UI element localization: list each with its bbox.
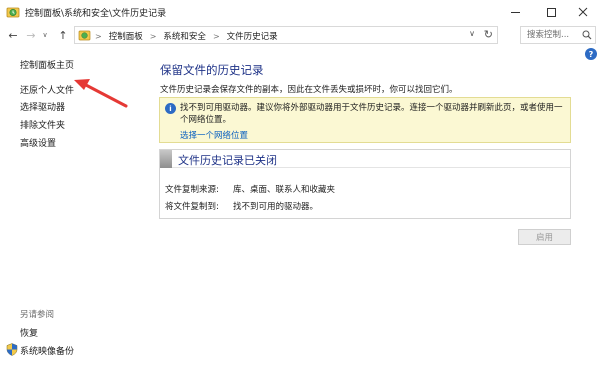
up-button[interactable]: ↑ — [56, 27, 70, 43]
warning-banner: i 找不到可用驱动器。建议你将外部驱动器用于文件历史记录。连接一个驱动器并刷新此… — [159, 97, 571, 143]
recent-locations-button[interactable]: ∨ — [40, 27, 50, 43]
breadcrumb-system-security[interactable]: 系统和安全 — [163, 30, 206, 42]
navigation-bar: ← → ∨ ↑ > 控制面板 > 系统和安全 > 文件历史记录 ∨ ↻ — [0, 24, 600, 46]
search-icon — [582, 30, 592, 40]
enable-button[interactable]: 启用 — [518, 229, 571, 245]
back-button[interactable]: ← — [6, 27, 20, 43]
control-panel-icon — [78, 30, 91, 41]
sidebar-item-restore-personal-files[interactable]: 还原个人文件 — [20, 83, 74, 96]
minimize-button[interactable] — [498, 0, 532, 24]
copy-from-label: 文件复制来源: — [165, 185, 219, 195]
breadcrumb-separator: > — [149, 31, 157, 41]
close-icon — [578, 7, 588, 17]
file-history-status-panel: 文件历史记录已关闭 文件复制来源: 库、桌面、联系人和收藏夹 将文件复制到: 找… — [159, 149, 571, 219]
warning-text: 找不到可用驱动器。建议你将外部驱动器用于文件历史记录。连接一个驱动器并刷新此页，… — [180, 103, 563, 125]
breadcrumb-separator: > — [95, 31, 102, 41]
status-title: 文件历史记录已关闭 — [178, 154, 277, 167]
maximize-button[interactable] — [534, 0, 568, 24]
arrow-up-icon: ↑ — [58, 28, 68, 42]
arrow-left-icon: ← — [8, 28, 18, 42]
title-bar: 控制面板\系统和安全\文件历史记录 — [0, 0, 600, 24]
see-also-heading: 另请参阅 — [20, 310, 55, 320]
breadcrumb-file-history[interactable]: 文件历史记录 — [227, 30, 278, 42]
annotation-arrow-icon — [74, 79, 128, 108]
breadcrumb-control-panel[interactable]: 控制面板 — [109, 30, 143, 42]
shield-icon — [6, 343, 18, 356]
copy-to-value: 找不到可用的驱动器。 — [233, 202, 319, 212]
page-title: 保留文件的历史记录 — [160, 63, 264, 77]
chevron-down-icon: ∨ — [42, 31, 48, 39]
address-bar[interactable]: > 控制面板 > 系统和安全 > 文件历史记录 ∨ ↻ — [74, 26, 498, 44]
sidebar-item-control-panel-home[interactable]: 控制面板主页 — [20, 58, 74, 71]
refresh-icon[interactable]: ↻ — [484, 28, 493, 41]
sidebar-item-select-drive[interactable]: 选择驱动器 — [20, 100, 65, 113]
copy-from-value: 库、桌面、联系人和收藏夹 — [233, 185, 336, 195]
select-network-location-link[interactable]: 选择一个网络位置 — [180, 129, 248, 141]
search-box[interactable] — [520, 26, 596, 44]
see-also-system-image-backup[interactable]: 系统映像备份 — [20, 344, 74, 357]
window-title: 控制面板\系统和安全\文件历史记录 — [25, 9, 167, 19]
copy-to-row: 将文件复制到: 找不到可用的驱动器。 — [165, 200, 318, 212]
breadcrumb-separator: > — [212, 31, 220, 41]
see-also-recovery[interactable]: 恢复 — [20, 326, 38, 339]
file-history-icon — [6, 7, 20, 18]
copy-to-label: 将文件复制到: — [165, 202, 219, 212]
breadcrumb: > 控制面板 > 系统和安全 > 文件历史记录 — [95, 30, 278, 43]
page-description: 文件历史记录会保存文件的副本，因此在文件丢失或损坏时，你可以找回它们。 — [160, 85, 458, 95]
close-button[interactable] — [566, 0, 600, 24]
maximize-icon — [546, 7, 556, 17]
status-header: 文件历史记录已关闭 — [160, 150, 570, 168]
info-icon: i — [165, 103, 176, 114]
copy-from-row: 文件复制来源: 库、桌面、联系人和收藏夹 — [165, 183, 335, 195]
status-indicator — [160, 150, 172, 168]
sidebar-item-exclude-folders[interactable]: 排除文件夹 — [20, 118, 65, 131]
minimize-icon — [510, 11, 520, 13]
forward-button[interactable]: → — [24, 27, 38, 43]
help-icon[interactable]: ? — [585, 48, 597, 60]
search-input[interactable] — [521, 27, 581, 43]
address-dropdown-icon[interactable]: ∨ — [469, 29, 475, 38]
arrow-right-icon: → — [26, 28, 36, 42]
sidebar-item-advanced-settings[interactable]: 高级设置 — [20, 136, 56, 149]
